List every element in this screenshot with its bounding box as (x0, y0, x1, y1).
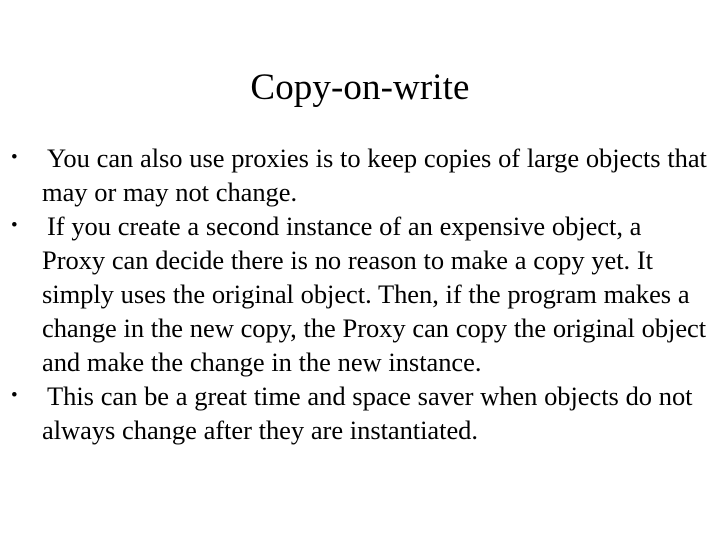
presentation-slide: Copy-on-write • You can also use proxies… (0, 0, 720, 540)
page-title: Copy-on-write (250, 67, 470, 108)
bullet-point-icon: • (11, 385, 18, 406)
list-item-text: You can also use proxies is to keep copi… (42, 143, 707, 207)
list-item: • If you create a second instance of an … (8, 209, 710, 379)
list-item: • You can also use proxies is to keep co… (8, 141, 710, 209)
list-item-text: This can be a great time and space saver… (42, 381, 693, 445)
bullet-point-icon: • (11, 147, 18, 168)
bullet-point-icon: • (11, 215, 18, 236)
list-item: • This can be a great time and space sav… (8, 379, 710, 447)
list-item-text: If you create a second instance of an ex… (42, 211, 707, 377)
bullet-list: • You can also use proxies is to keep co… (8, 141, 710, 447)
